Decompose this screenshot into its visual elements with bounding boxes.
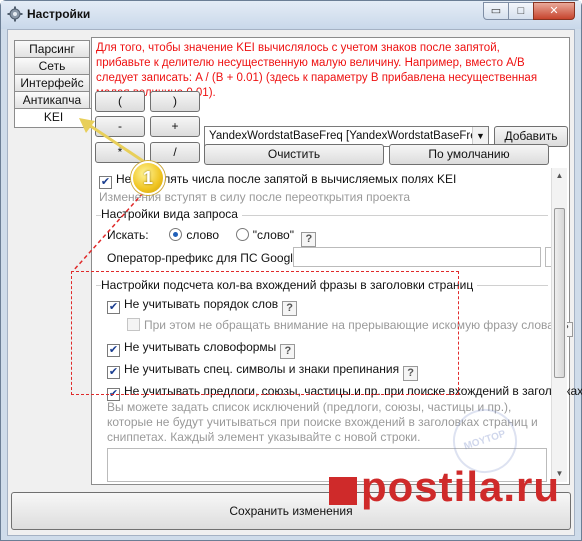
window-title: Настройки (27, 7, 91, 21)
title-bar[interactable]: Настройки ▭ □ ✕ (1, 1, 581, 29)
kei-variable-value: YandexWordstatBaseFreq [YandexWordstatBa… (209, 130, 487, 142)
minimize-button[interactable]: ▭ (483, 2, 509, 20)
help-icon[interactable]: ? (301, 232, 317, 247)
step-number-badge: 1 (131, 161, 165, 195)
round-numbers-label: Не округлять числа после запятой в вычис… (116, 172, 457, 186)
watermark-text: postila.ru (361, 463, 561, 510)
tab-interface[interactable]: Интерфейс (14, 74, 90, 92)
google-operator-input[interactable] (293, 247, 541, 267)
annotation-highlight-box (71, 271, 459, 395)
settings-window: Настройки ▭ □ ✕ Парсинг Сеть Интерфейс А… (0, 0, 582, 541)
annotation-connector (72, 192, 144, 272)
radio-word-label: слово (186, 228, 220, 242)
scroll-thumb[interactable] (554, 208, 565, 378)
open-paren-button[interactable]: ( (95, 91, 145, 112)
radio-quoted-word[interactable] (235, 228, 249, 241)
close-button[interactable]: ✕ (533, 2, 575, 20)
scroll-up-arrow[interactable]: ▲ (552, 168, 567, 184)
defaults-button[interactable]: По умолчанию (389, 144, 549, 165)
watermark-logo-icon (329, 477, 357, 505)
tab-parsing[interactable]: Парсинг (14, 40, 90, 58)
radio-quoted-label: "слово" (252, 228, 294, 242)
tab-network[interactable]: Сеть (14, 57, 90, 75)
clear-button[interactable]: Очистить (204, 144, 384, 165)
radio-word[interactable] (169, 228, 183, 241)
round-numbers-checkbox[interactable]: ✔ (99, 176, 112, 189)
tab-anticaptcha[interactable]: Антикапча (14, 91, 90, 109)
panel-scrollbar[interactable]: ▲ ▼ (551, 168, 567, 482)
maximize-button[interactable]: □ (508, 2, 534, 20)
close-paren-button[interactable]: ) (150, 91, 200, 112)
gear-icon (7, 6, 23, 22)
